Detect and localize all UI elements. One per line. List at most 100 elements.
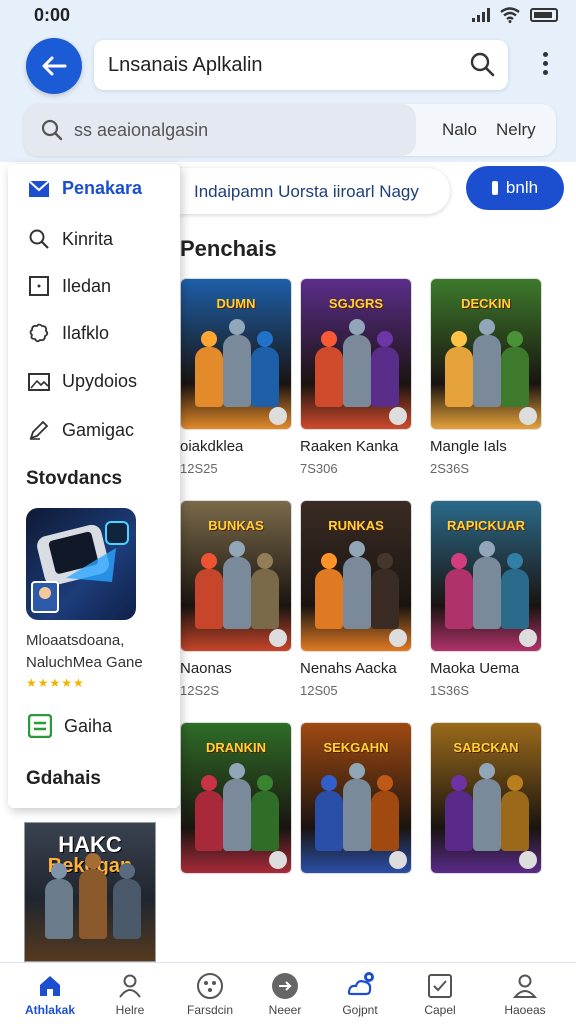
game-cover[interactable]: DRANKIN <box>180 722 292 874</box>
game-card[interactable]: DECKIN Mangle Ials 2S36S <box>430 278 542 476</box>
filter-action-label: bnlh <box>505 178 539 197</box>
nav-label: Gojpnt <box>342 1003 378 1017</box>
back-button[interactable] <box>26 38 82 94</box>
download-count: 12S25 <box>180 461 218 476</box>
game-cover[interactable]: BUNKAS <box>180 500 292 652</box>
promo-line-1: Mloaatsdoana, <box>26 632 125 649</box>
checkbox-icon <box>400 971 480 1001</box>
filter-action-button[interactable]: bnlh <box>466 166 564 210</box>
game-card[interactable]: SEKGAHN <box>300 722 412 874</box>
game-title: oiakdklea <box>180 438 244 455</box>
home-icon <box>10 971 90 1001</box>
game-cover[interactable]: RUNKAS <box>300 500 412 652</box>
mail-icon <box>28 179 50 197</box>
game-title: Nenahs Aacka <box>300 660 397 677</box>
game-card[interactable]: RUNKAS Nenahs Aacka 12S05 <box>300 500 412 698</box>
nav-item[interactable]: Farsdcin <box>170 971 250 1017</box>
drawer-item-ilafklo[interactable]: Ilafklo <box>28 322 109 344</box>
nav-item[interactable]: Athlakak <box>10 971 90 1017</box>
game-grid: DUMN oiakdklea 12S25 SGJGRS Raaken Kanka 7S30… <box>180 278 576 962</box>
image-icon <box>28 372 50 391</box>
cover-title: DRANKIN <box>206 740 266 755</box>
game-card[interactable]: SGJGRS Raaken Kanka 7S306 <box>300 278 412 476</box>
nav-label: Farsdcin <box>186 1003 233 1017</box>
promo-image[interactable] <box>26 508 136 620</box>
cover-title: SABCKAN <box>453 740 519 755</box>
search-icon[interactable] <box>468 50 496 78</box>
drawer-item-label: Penakara <box>62 178 143 198</box>
game-cover[interactable]: SABCKAN <box>430 722 542 874</box>
nav-label: Athlakak <box>24 1003 76 1017</box>
game-card[interactable]: DUMN oiakdklea 12S25 <box>180 278 292 476</box>
search-placeholder: ss aeaionalgasin <box>74 120 209 140</box>
person-icon <box>90 971 170 1001</box>
cloud-badge-icon <box>320 971 400 1001</box>
game-title: Naonas <box>180 660 232 677</box>
drawer-item-label: Gaiha <box>64 715 113 736</box>
game-cover[interactable]: DUMN <box>180 278 292 430</box>
profile-icon <box>485 971 565 1001</box>
nav-item[interactable]: Capel <box>400 971 480 1017</box>
drawer-item-penakara[interactable]: Penakara <box>28 178 142 199</box>
nav-item[interactable]: Neeer <box>245 971 325 1017</box>
cover-title: BUNKAS <box>208 518 264 533</box>
cover-title: SEKGAHN <box>323 740 389 755</box>
page-title: Lnsanais Aplkalin <box>108 54 263 76</box>
filter-chip[interactable]: Indaipamn Uorsta iiroarl Nagy <box>160 168 450 214</box>
nav-item[interactable]: Haoeas <box>485 971 565 1017</box>
pen-icon <box>29 420 49 440</box>
download-count: 7S306 <box>300 461 338 476</box>
rating-badge-icon <box>389 851 407 869</box>
more-options-icon[interactable] <box>543 52 548 75</box>
cover-title: DECKIN <box>461 296 511 311</box>
title-search-box[interactable]: Lnsanais Aplkalin <box>94 40 508 90</box>
drawer-item-gamigac[interactable]: Gamigac <box>28 419 134 441</box>
drawer-item-gaiha[interactable]: Gaiha <box>28 714 112 738</box>
drawer-item-label: Iledan <box>62 275 112 296</box>
wifi-icon <box>500 7 520 23</box>
rating-badge-icon <box>269 629 287 647</box>
nav-item[interactable]: Helre <box>90 971 170 1017</box>
download-count: 2S36S <box>430 461 470 476</box>
cover-title: RAPICKUAR <box>447 518 525 533</box>
drawer-heading-gdahais: Gdahais <box>26 768 101 789</box>
game-console-icon <box>31 521 129 613</box>
nav-label: Capel <box>424 1003 456 1017</box>
game-card[interactable]: SABCKAN <box>430 722 542 874</box>
cover-title: SGJGRS <box>328 296 384 311</box>
game-cover[interactable]: SGJGRS <box>300 278 412 430</box>
drawer-item-upydoios[interactable]: Upydoios <box>28 371 137 392</box>
section-title: Penchais <box>180 236 277 261</box>
drawer-item-iledan[interactable]: Iledan <box>28 275 111 297</box>
square-icon <box>29 276 49 296</box>
game-cover[interactable]: DECKIN <box>430 278 542 430</box>
game-cover[interactable]: RAPICKUAR <box>430 500 542 652</box>
game-card[interactable]: DRANKIN <box>180 722 292 874</box>
game-cover[interactable]: SEKGAHN <box>300 722 412 874</box>
drawer-item-kinrita[interactable]: Kinrita <box>28 228 113 250</box>
sort-button[interactable]: Nalo <box>442 120 477 140</box>
search-input[interactable]: ss aeaionalgasin <box>24 104 416 156</box>
app-header: Lnsanais Aplkalin ss aeaionalgasin Nalo … <box>0 32 576 162</box>
nav-label: Haoeas <box>504 1003 546 1017</box>
drawer-item-label: Ilafklo <box>62 322 110 343</box>
menu-button[interactable]: Nelry <box>496 120 536 140</box>
rating-badge-icon <box>519 851 537 869</box>
arrow-circle-icon <box>245 971 325 1001</box>
game-card[interactable]: BUNKAS Naonas 12S2S <box>180 500 292 698</box>
signal-icon <box>472 8 490 22</box>
featured-poster[interactable]: HAKC Bekogan <box>24 822 156 962</box>
bottom-navigation: Athlakak Helre Farsdcin Neeer Gojpnt Capel Hao… <box>0 962 576 1024</box>
game-title: Maoka Uema <box>430 660 520 677</box>
drawer-item-label: Gamigac <box>62 419 135 440</box>
filter-text: Indaipamn Uorsta iiroarl Nagy <box>194 182 419 201</box>
puzzle-icon <box>29 323 49 343</box>
game-card[interactable]: RAPICKUAR Maoka Uema 1S36S <box>430 500 542 698</box>
nav-item[interactable]: Gojpnt <box>320 971 400 1017</box>
promo-text: Mloaatsdoana, NaluchMea Gane <box>26 630 143 674</box>
search-bar: ss aeaionalgasin Nalo Nelry <box>24 104 556 156</box>
download-count: 1S36S <box>430 683 470 698</box>
status-icons <box>472 7 558 23</box>
rating-badge-icon <box>389 629 407 647</box>
drawer-item-label: Kinrita <box>62 228 114 249</box>
